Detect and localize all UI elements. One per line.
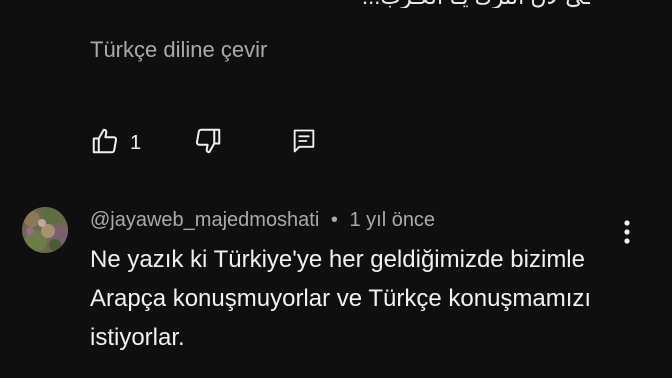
comment-text: Ne yazık ki Türkiye'ye her geldiğimizde … — [90, 246, 592, 351]
comment-timestamp[interactable]: 1 yıl önce — [349, 209, 435, 231]
reply-button[interactable] — [290, 126, 318, 161]
like-button[interactable]: 1 — [90, 126, 141, 161]
thumb-down-icon — [193, 126, 223, 161]
like-count: 1 — [130, 132, 142, 154]
translate-button[interactable]: Türkçe diline çevir — [90, 37, 267, 63]
avatar[interactable] — [22, 207, 68, 253]
previous-comment-text-tail: ـي لآن الترك يـا العـرب... — [290, 0, 590, 8]
comment-icon — [290, 126, 318, 161]
more-vert-icon — [612, 220, 642, 251]
dislike-button[interactable] — [193, 126, 223, 161]
separator-dot: • — [330, 209, 338, 231]
thumb-up-icon — [90, 126, 120, 161]
more-actions-button[interactable] — [612, 217, 642, 247]
comment-header: @jayaweb_majedmoshati • 1 yıl önce — [90, 209, 435, 232]
author-handle[interactable]: @jayaweb_majedmoshati — [90, 209, 319, 231]
